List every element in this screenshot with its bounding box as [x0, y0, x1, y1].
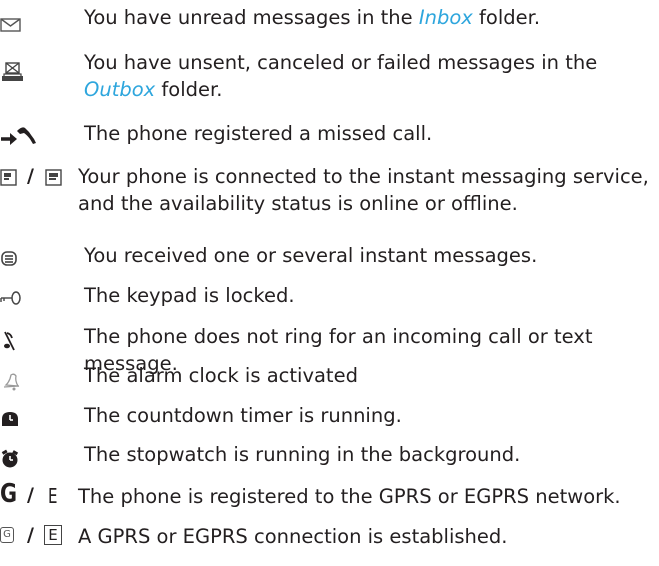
item-description: The stopwatch is running in the backgrou… — [84, 443, 521, 466]
envelope-icon — [0, 4, 80, 34]
item-description: The phone is registered to the GPRS or E… — [78, 485, 621, 508]
egprs-e-boxed-glyph: E — [44, 525, 62, 545]
inbox-folder-link[interactable]: Inbox — [419, 6, 473, 29]
item-description: You have unsent, canceled or failed mess… — [84, 51, 598, 101]
missed-call-icon — [0, 120, 80, 150]
gprs-registered-icon: G / E — [0, 479, 80, 513]
item-description: The phone registered a missed call. — [84, 122, 433, 145]
item-description: You have unread messages in the Inbox fo… — [84, 6, 541, 29]
item-description: Your phone is connected to the instant m… — [78, 165, 649, 215]
item-description: You received one or several instant mess… — [84, 244, 538, 267]
instant-messaging-status-icon: / — [0, 162, 80, 192]
stopwatch-icon — [0, 441, 80, 471]
separator-slash: / — [27, 484, 34, 506]
item-description: The countdown timer is running. — [84, 404, 402, 427]
outbox-folder-link[interactable]: Outbox — [84, 78, 155, 101]
gprs-connected-icon: G / E — [0, 523, 80, 553]
silent-note-icon — [0, 323, 80, 353]
countdown-timer-icon — [0, 402, 80, 432]
separator-slash: / — [27, 165, 34, 187]
gprs-g-glyph: G — [0, 479, 18, 509]
item-description: The keypad is locked. — [84, 284, 295, 307]
key-icon — [0, 282, 80, 312]
gprs-g-boxed-glyph: G — [0, 527, 14, 543]
alarm-bell-icon — [0, 362, 80, 392]
outbox-tray-icon — [0, 49, 80, 81]
separator-slash: / — [27, 524, 34, 546]
item-description: The alarm clock is activated — [84, 364, 358, 387]
instant-message-received-icon — [0, 242, 80, 272]
egprs-e-glyph: E — [48, 484, 58, 508]
item-description: A GPRS or EGPRS connection is establishe… — [78, 525, 508, 548]
